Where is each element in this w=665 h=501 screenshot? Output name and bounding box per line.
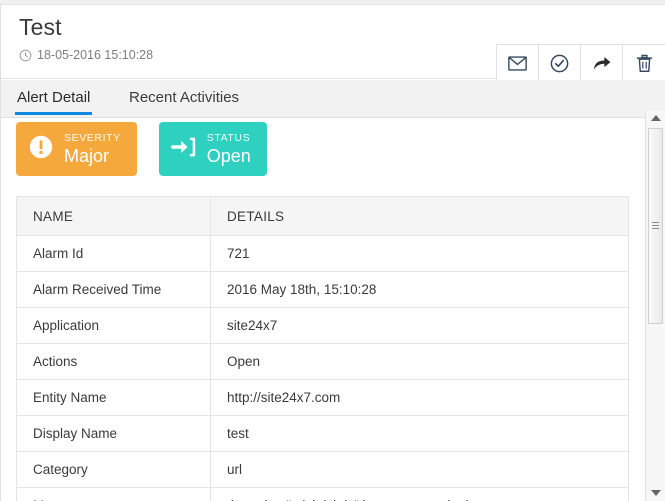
table-cell-name: Message <box>17 488 211 501</box>
active-tab-underline <box>15 112 92 115</box>
scroll-up-arrow-icon[interactable] <box>646 110 665 126</box>
table-cell-value: the string "sdskdskds" is not present in… <box>211 488 629 501</box>
scrollbar-track[interactable] <box>646 126 665 485</box>
table-row: Categoryurl <box>17 452 629 488</box>
tab-recent-activities-label: Recent Activities <box>129 89 239 106</box>
badge-row: SEVERITY Major STATUS Open <box>16 122 267 176</box>
status-badge: STATUS Open <box>159 122 267 176</box>
table-cell-value: http://site24x7.com <box>211 380 629 416</box>
table-cell-name: Display Name <box>17 416 211 452</box>
forward-button[interactable] <box>581 45 623 82</box>
table-cell-name: Actions <box>17 344 211 380</box>
status-badge-text: STATUS Open <box>207 133 251 166</box>
table-row: Display Nametest <box>17 416 629 452</box>
table-row: Entity Namehttp://site24x7.com <box>17 380 629 416</box>
vertical-scrollbar[interactable] <box>645 110 665 501</box>
alert-timestamp: 18-05-2016 15:10:28 <box>37 49 153 62</box>
delete-button[interactable] <box>623 45 665 82</box>
scroll-down-arrow-icon[interactable] <box>646 485 665 501</box>
clock-icon <box>19 49 32 62</box>
scrollbar-thumb[interactable] <box>648 128 663 324</box>
table-header-row: NAME DETAILS <box>17 197 629 236</box>
severity-badge-text: SEVERITY Major <box>64 133 121 166</box>
table-row: Alarm Received Time2016 May 18th, 15:10:… <box>17 272 629 308</box>
mail-icon <box>508 56 527 71</box>
table-cell-name: Application <box>17 308 211 344</box>
tab-content-panel: SEVERITY Major STATUS Open <box>1 118 644 501</box>
table-cell-name: Alarm Received Time <box>17 272 211 308</box>
column-header-name: NAME <box>17 197 211 236</box>
table-header: NAME DETAILS <box>17 197 629 236</box>
severity-badge: SEVERITY Major <box>16 122 137 176</box>
table-cell-value: site24x7 <box>211 308 629 344</box>
severity-badge-value: Major <box>64 147 121 165</box>
alert-detail-page: Test 18-05-2016 15:10:28 <box>0 0 665 501</box>
page-title: Test <box>19 14 62 41</box>
trash-icon <box>636 54 653 73</box>
status-badge-value: Open <box>207 147 251 165</box>
alert-details-table: NAME DETAILS Alarm Id721Alarm Received T… <box>16 196 629 501</box>
table-cell-value: Open <box>211 344 629 380</box>
column-header-details: DETAILS <box>211 197 629 236</box>
check-circle-icon <box>550 54 569 73</box>
tab-recent-activities[interactable]: Recent Activities <box>127 80 241 118</box>
acknowledge-button[interactable] <box>539 45 581 82</box>
table-cell-name: Category <box>17 452 211 488</box>
table-row: Applicationsite24x7 <box>17 308 629 344</box>
severity-badge-label: SEVERITY <box>64 133 121 144</box>
table-cell-value: 2016 May 18th, 15:10:28 <box>211 272 629 308</box>
table-row: Alarm Id721 <box>17 236 629 272</box>
table-cell-value: test <box>211 416 629 452</box>
tab-alert-detail[interactable]: Alert Detail <box>15 80 92 118</box>
status-badge-label: STATUS <box>207 133 251 144</box>
tab-alert-detail-label: Alert Detail <box>17 89 90 106</box>
sign-in-icon <box>171 135 197 164</box>
page-header: Test 18-05-2016 15:10:28 <box>1 5 665 79</box>
table-body: Alarm Id721Alarm Received Time2016 May 1… <box>17 236 629 501</box>
scrollbar-grip-icon <box>652 222 659 231</box>
tab-bar: Alert Detail Recent Activities <box>1 80 665 118</box>
table-row: ActionsOpen <box>17 344 629 380</box>
table-cell-value: url <box>211 452 629 488</box>
mail-button[interactable] <box>497 45 539 82</box>
forward-arrow-icon <box>592 55 612 72</box>
exclamation-circle-icon <box>28 134 54 165</box>
table-cell-name: Entity Name <box>17 380 211 416</box>
table-cell-name: Alarm Id <box>17 236 211 272</box>
action-toolbar <box>496 44 665 83</box>
timestamp-row: 18-05-2016 15:10:28 <box>19 49 153 62</box>
table-cell-value: 721 <box>211 236 629 272</box>
table-row: Messagethe string "sdskdskds" is not pre… <box>17 488 629 501</box>
